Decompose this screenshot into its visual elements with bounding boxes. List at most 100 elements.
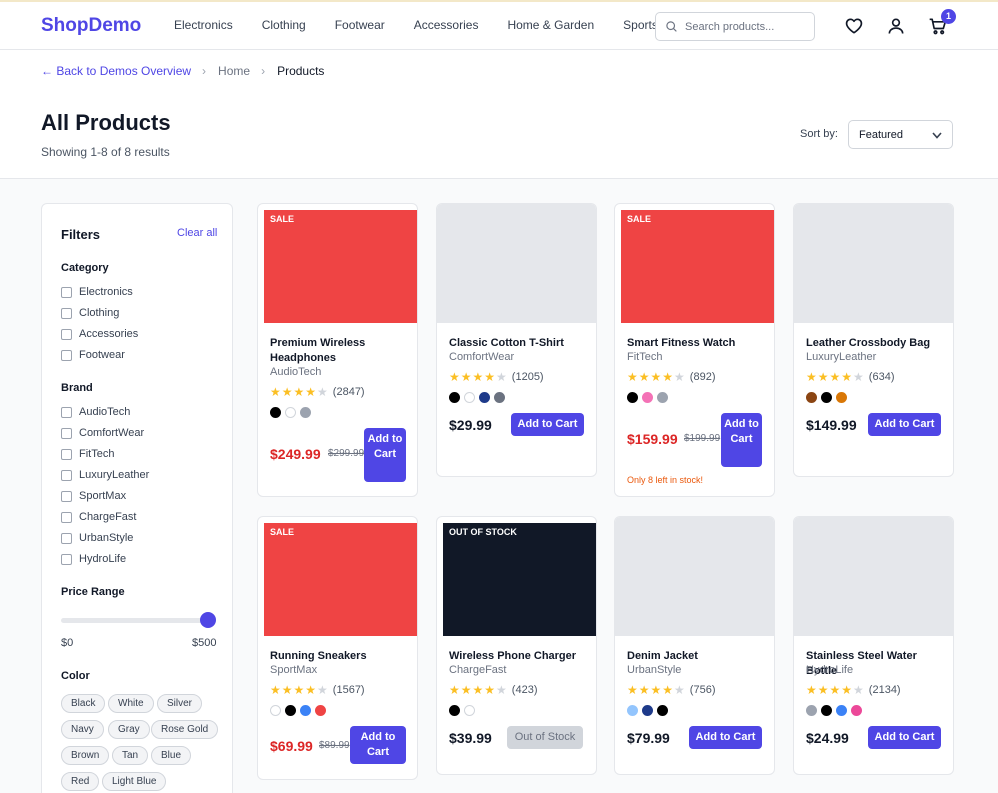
color-chip-gray[interactable]: Gray	[108, 720, 150, 739]
color-swatch[interactable]	[821, 705, 832, 716]
brand-checkbox-urbanstyle[interactable]: UrbanStyle	[61, 532, 133, 544]
color-swatch[interactable]	[285, 705, 296, 716]
product-card[interactable]: Leather Crossbody Bag LuxuryLeather ★★★★★(…	[793, 203, 954, 477]
brand-checkbox-chargefast[interactable]: ChargeFast	[61, 511, 136, 523]
color-chip-tan[interactable]: Tan	[112, 746, 149, 765]
price-slider-handle[interactable]	[200, 612, 216, 628]
add-to-cart-button[interactable]: Add to Cart	[721, 413, 762, 467]
color-swatch[interactable]	[806, 392, 817, 403]
product-name[interactable]: Wireless Phone Charger	[449, 649, 589, 664]
color-swatch[interactable]	[821, 392, 832, 403]
color-swatch[interactable]	[464, 705, 475, 716]
product-name[interactable]: Leather Crossbody Bag	[806, 336, 946, 351]
checkbox[interactable]	[61, 532, 72, 544]
color-swatch[interactable]	[494, 392, 505, 403]
color-swatch[interactable]	[642, 392, 653, 403]
color-swatch[interactable]	[315, 705, 326, 716]
checkbox[interactable]	[61, 406, 72, 418]
checkbox[interactable]	[61, 469, 72, 481]
product-card[interactable]: SALE Premium Wireless Headphones AudioTech…	[257, 203, 418, 497]
price-slider-track[interactable]	[61, 618, 209, 623]
out-of-stock-button[interactable]: Out of Stock	[507, 726, 583, 749]
product-name[interactable]: Running Sneakers	[270, 649, 410, 664]
sort-select[interactable]: Featured	[848, 120, 953, 149]
color-swatch[interactable]	[806, 705, 817, 716]
product-card[interactable]: OUT OF STOCK Wireless Phone Charger Charge…	[436, 516, 597, 775]
product-name[interactable]: Smart Fitness Watch	[627, 336, 767, 351]
search-input[interactable]	[685, 18, 809, 36]
color-swatch[interactable]	[449, 392, 460, 403]
brand-checkbox-comfortwear[interactable]: ComfortWear	[61, 427, 144, 439]
color-swatch[interactable]	[642, 705, 653, 716]
product-card[interactable]: Classic Cotton T-Shirt ComfortWear ★★★★★ (1…	[436, 203, 597, 477]
product-card[interactable]: SALE Running Sneakers SportMax ★★★★★ (1567) $…	[257, 516, 418, 780]
color-chip-red[interactable]: Red	[61, 772, 100, 791]
add-to-cart-button[interactable]: Add to Cart	[511, 413, 584, 436]
product-card[interactable]: SALE Smart Fitness Watch FitTech ★★★★★ (892)…	[614, 203, 775, 497]
checkbox[interactable]	[61, 286, 72, 298]
product-name[interactable]: Classic Cotton T-Shirt	[449, 336, 589, 351]
nav-item-clothing[interactable]: Clothing	[262, 18, 306, 32]
product-name[interactable]: Premium Wireless Headphones	[270, 336, 410, 366]
color-swatch[interactable]	[836, 705, 847, 716]
color-swatch[interactable]	[449, 705, 460, 716]
color-swatch[interactable]	[300, 407, 311, 418]
color-chip-white[interactable]: White	[108, 694, 154, 713]
add-to-cart-button[interactable]: Add to Cart	[689, 726, 762, 749]
nav-item-sports[interactable]: Sports	[623, 18, 658, 32]
color-swatch[interactable]	[627, 392, 638, 403]
brand-checkbox-sportmax[interactable]: SportMax	[61, 490, 126, 502]
product-image[interactable]	[794, 517, 953, 636]
color-chip-navy[interactable]: Navy	[61, 720, 104, 739]
product-image[interactable]	[794, 204, 953, 323]
user-icon[interactable]	[886, 16, 906, 36]
checkbox[interactable]	[61, 511, 72, 523]
color-swatch[interactable]	[657, 392, 668, 403]
brand-checkbox-hydrolife[interactable]: HydroLife	[61, 553, 126, 565]
color-swatch[interactable]	[270, 407, 281, 418]
checkbox[interactable]	[61, 328, 72, 340]
brand-checkbox-luxuryleather[interactable]: LuxuryLeather	[61, 469, 149, 481]
color-chip-brown[interactable]: Brown	[61, 746, 110, 765]
color-swatch[interactable]	[300, 705, 311, 716]
add-to-cart-button[interactable]: Add to Cart	[868, 413, 941, 436]
checkbox[interactable]	[61, 349, 72, 361]
logo[interactable]: ShopDemo	[41, 15, 141, 37]
product-image[interactable]	[615, 517, 774, 636]
product-image[interactable]: SALE	[264, 523, 417, 636]
color-swatch[interactable]	[479, 392, 490, 403]
checkbox[interactable]	[61, 307, 72, 319]
color-chip-rose-gold[interactable]: Rose Gold	[151, 720, 219, 739]
color-swatch[interactable]	[836, 392, 847, 403]
category-checkbox-footwear[interactable]: Footwear	[61, 349, 125, 361]
category-checkbox-electronics[interactable]: Electronics	[61, 286, 133, 298]
color-chip-silver[interactable]: Silver	[157, 694, 203, 713]
color-swatch[interactable]	[627, 705, 638, 716]
product-image[interactable]: SALE	[621, 210, 774, 323]
brand-checkbox-fittech[interactable]: FitTech	[61, 448, 114, 460]
product-image[interactable]: SALE	[264, 210, 417, 323]
breadcrumb-home-link[interactable]: Home	[218, 64, 250, 78]
category-checkbox-accessories[interactable]: Accessories	[61, 328, 138, 340]
product-card[interactable]: Denim Jacket UrbanStyle ★★★★★ (756) $79.99 Ad…	[614, 516, 775, 775]
add-to-cart-button[interactable]: Add to Cart	[364, 428, 406, 482]
color-swatch[interactable]	[657, 705, 668, 716]
nav-item-home-garden[interactable]: Home & Garden	[507, 18, 594, 32]
add-to-cart-button[interactable]: Add to Cart	[868, 726, 941, 749]
color-swatch[interactable]	[270, 705, 281, 716]
color-swatch[interactable]	[464, 392, 475, 403]
nav-item-accessories[interactable]: Accessories	[414, 18, 479, 32]
product-image[interactable]: OUT OF STOCK	[443, 523, 596, 636]
heart-icon[interactable]	[844, 16, 864, 36]
checkbox[interactable]	[61, 553, 72, 565]
nav-item-footwear[interactable]: Footwear	[335, 18, 385, 32]
color-chip-blue[interactable]: Blue	[151, 746, 192, 765]
product-name[interactable]: Denim Jacket	[627, 649, 767, 664]
clear-all-button[interactable]: Clear all	[177, 227, 217, 239]
product-image[interactable]	[437, 204, 596, 323]
color-swatch[interactable]	[285, 407, 296, 418]
back-to-demos-link[interactable]: ← Back to Demos Overview	[41, 64, 191, 78]
color-swatch[interactable]	[851, 705, 862, 716]
category-checkbox-clothing[interactable]: Clothing	[61, 307, 119, 319]
brand-checkbox-audiotech[interactable]: AudioTech	[61, 406, 130, 418]
